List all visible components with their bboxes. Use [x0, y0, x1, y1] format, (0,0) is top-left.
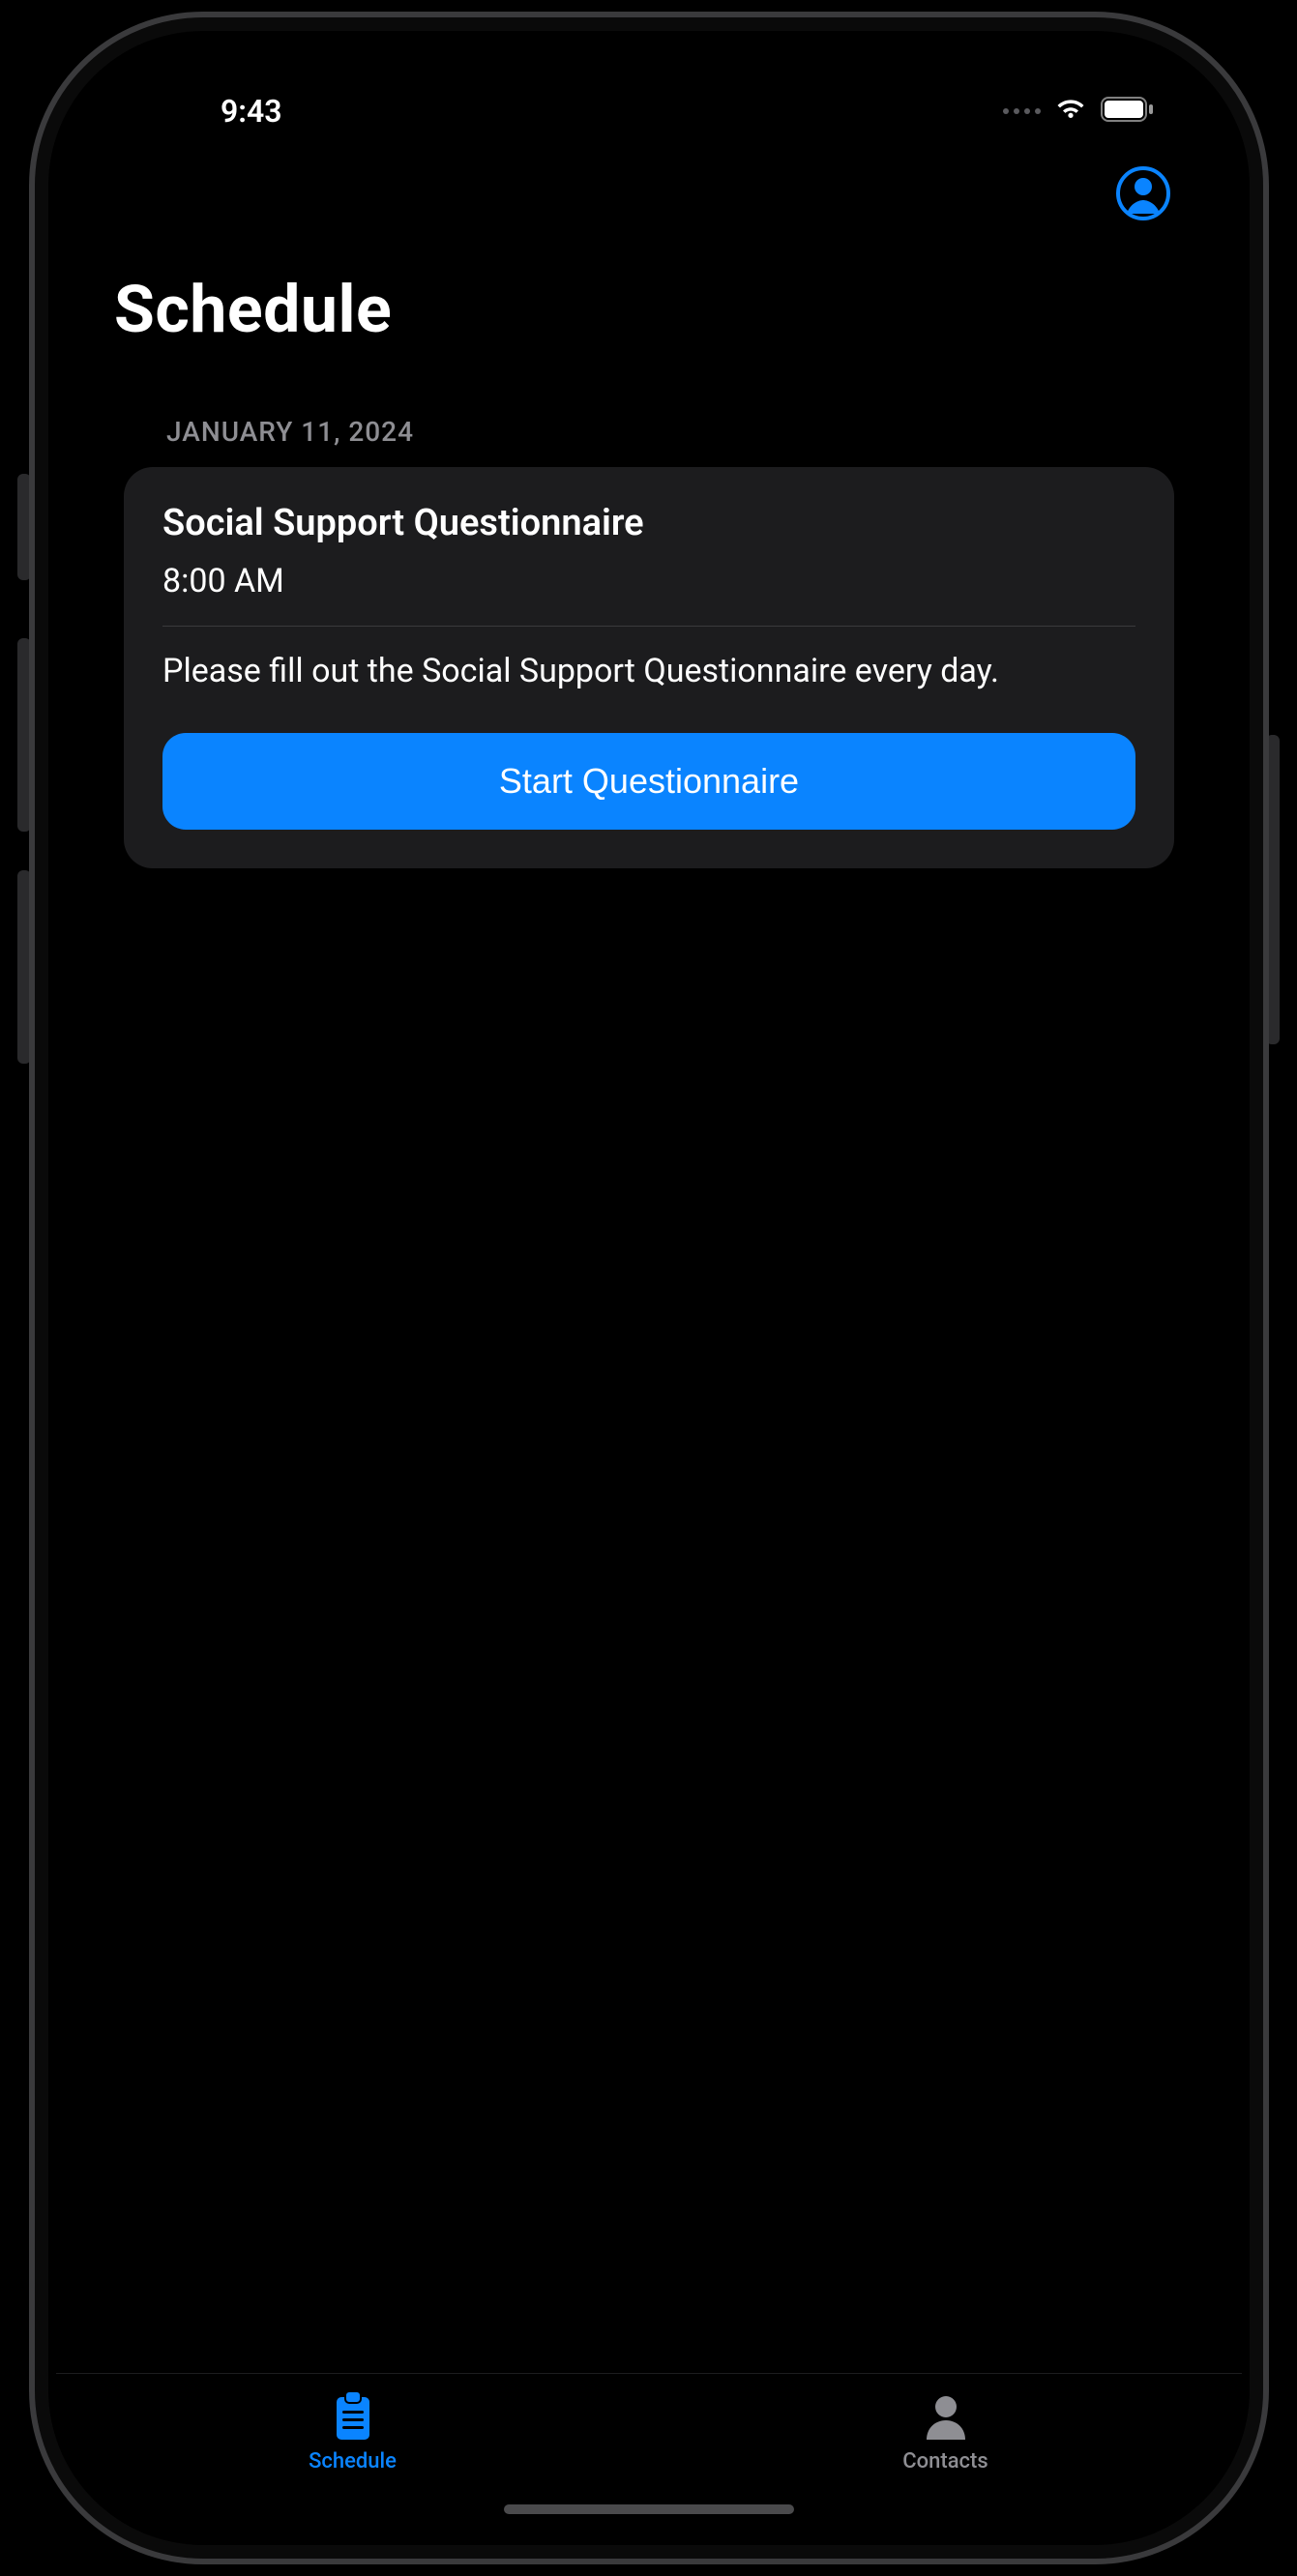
header: Schedule: [56, 155, 1242, 377]
tab-contacts[interactable]: Contacts: [649, 2389, 1242, 2537]
cellular-dots-icon: [1003, 108, 1041, 114]
tab-label: Contacts: [902, 2449, 987, 2474]
divider: [162, 626, 1135, 627]
date-header: JANUARY 11, 2024: [124, 416, 1174, 467]
home-indicator[interactable]: [504, 2504, 794, 2514]
page-title: Schedule: [114, 271, 1184, 348]
person-icon: [919, 2389, 973, 2444]
schedule-card: Social Support Questionnaire 8:00 AM Ple…: [124, 467, 1174, 868]
schedule-content: JANUARY 11, 2024 Social Support Question…: [56, 377, 1242, 2373]
tab-schedule[interactable]: Schedule: [56, 2389, 649, 2537]
card-title: Social Support Questionnaire: [162, 502, 1135, 544]
person-circle-icon: [1115, 165, 1171, 225]
account-button[interactable]: [1112, 164, 1174, 226]
clipboard-icon: [326, 2389, 380, 2444]
wifi-icon: [1054, 97, 1087, 126]
tab-label: Schedule: [309, 2449, 397, 2474]
dynamic-island: [523, 68, 775, 135]
battery-icon: [1101, 97, 1155, 126]
screen: 9:43: [56, 39, 1242, 2537]
card-time: 8:00 AM: [162, 562, 1135, 600]
device-frame: 9:43: [29, 12, 1269, 2564]
start-questionnaire-button[interactable]: Start Questionnaire: [162, 733, 1135, 830]
card-description: Please fill out the Social Support Quest…: [162, 650, 1135, 694]
